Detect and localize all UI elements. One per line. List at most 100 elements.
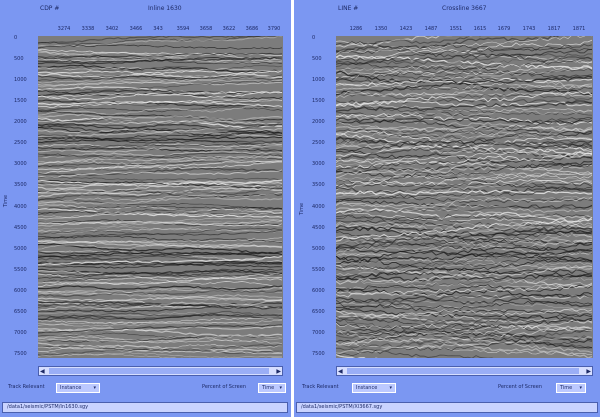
y-tick: 7000 xyxy=(14,329,27,336)
inline-panel: CDP # Inline 1630 3274 3338 3402 3466 34… xyxy=(0,0,291,417)
scroll-thumb[interactable] xyxy=(49,368,269,374)
y-tick: 2000 xyxy=(14,119,27,126)
y-tick: 4000 xyxy=(312,203,325,210)
x-tick: 3658 xyxy=(199,26,213,32)
reflector-line xyxy=(336,274,593,292)
x-axis-ticks: 3274 3338 3402 3466 343 3594 3658 3622 3… xyxy=(38,26,283,34)
y-tick: 1500 xyxy=(312,98,325,105)
y-tick: 0 xyxy=(14,35,18,41)
y-tick: 5000 xyxy=(14,245,27,252)
x-tick: 3686 xyxy=(245,26,259,32)
y-tick: 4500 xyxy=(14,224,27,231)
trace-label: Track Relevant xyxy=(8,384,45,390)
y-tick: 6500 xyxy=(312,308,325,315)
reflector-line xyxy=(336,104,592,113)
x-tick: 3338 xyxy=(81,26,95,32)
x-tick: 3622 xyxy=(222,26,236,32)
trace-dropdown[interactable]: Instance ▾ xyxy=(352,383,396,393)
cdp-header: CDP # xyxy=(40,5,60,12)
y-tick: 3500 xyxy=(312,182,325,189)
horizontal-scrollbar[interactable]: ◀ ▶ xyxy=(38,366,283,376)
reflector-line xyxy=(336,61,593,79)
seismic-section-crossline[interactable] xyxy=(336,36,593,358)
reflector-line xyxy=(336,182,593,188)
x-tick: 1551 xyxy=(449,26,463,32)
crossline-title: Crossline 3667 xyxy=(442,5,487,12)
horizontal-scrollbar[interactable]: ◀ ▶ xyxy=(336,366,593,376)
line-header: LINE # xyxy=(338,5,359,12)
file-path-field[interactable]: /data1/seismic/PSTM/Xl3667.sgy xyxy=(296,402,598,413)
x-tick: 1817 xyxy=(547,26,561,32)
y-tick: 4500 xyxy=(312,224,325,231)
y-tick: 6000 xyxy=(312,287,325,294)
trace-value: Instance xyxy=(356,385,378,391)
left-arrow-icon[interactable]: ◀ xyxy=(40,368,45,375)
y-tick: 3000 xyxy=(14,161,27,168)
x-axis-ticks: 1286 1350 1423 1487 1551 1615 1679 1743 … xyxy=(336,26,593,34)
y-tick: 2500 xyxy=(312,140,325,147)
y-tick: 7500 xyxy=(14,351,27,357)
y-tick: 3000 xyxy=(312,161,325,168)
reflector-line xyxy=(336,36,513,52)
scroll-mode-dropdown[interactable]: Time ▾ xyxy=(556,383,586,393)
x-tick: 1487 xyxy=(424,26,438,32)
y-tick: 7000 xyxy=(312,329,325,336)
x-tick: 1286 xyxy=(349,26,363,32)
caret-down-icon: ▾ xyxy=(93,385,96,391)
reflector-line xyxy=(38,306,283,313)
x-tick: 3594 xyxy=(176,26,190,32)
scroll-mode-dropdown[interactable]: Time ▾ xyxy=(258,383,286,393)
y-tick: 6000 xyxy=(14,287,27,294)
y-axis-label: Time xyxy=(299,202,306,216)
caret-down-icon: ▾ xyxy=(389,385,392,391)
x-tick: 3402 xyxy=(105,26,119,32)
y-tick: 3500 xyxy=(14,182,27,189)
x-tick: 1743 xyxy=(522,26,536,32)
reflector-line xyxy=(38,353,283,358)
y-tick: 1500 xyxy=(14,98,27,105)
trace-value: Instance xyxy=(60,385,82,391)
trace-label: Track Relevant xyxy=(302,384,339,390)
reflector-line xyxy=(336,317,593,323)
seismic-section-inline[interactable] xyxy=(38,36,283,358)
x-tick: 3274 xyxy=(57,26,71,32)
scroll-mode-label: Percent of Screen xyxy=(498,384,543,390)
y-tick: 6500 xyxy=(14,308,27,315)
reflector-line xyxy=(336,39,593,60)
y-tick: 2000 xyxy=(312,119,325,126)
x-tick: 1350 xyxy=(374,26,388,32)
inline-title: Inline 1630 xyxy=(148,5,182,12)
y-tick: 0 xyxy=(312,35,316,41)
crossline-panel: LINE # Crossline 3667 1286 1350 1423 148… xyxy=(294,0,600,417)
y-tick: 500 xyxy=(14,56,24,63)
scroll-mode-value: Time xyxy=(560,385,573,391)
x-tick: 1423 xyxy=(399,26,413,32)
reflector-line xyxy=(336,293,593,304)
trace-dropdown[interactable]: Instance ▾ xyxy=(56,383,100,393)
scroll-thumb[interactable] xyxy=(347,368,579,374)
right-arrow-icon[interactable]: ▶ xyxy=(586,368,591,375)
x-tick: 1871 xyxy=(572,26,586,32)
reflector-line xyxy=(38,268,283,275)
seismic-image xyxy=(336,36,593,358)
scroll-mode-value: Time xyxy=(262,385,275,391)
y-axis-label: Time xyxy=(3,194,10,208)
caret-down-icon: ▾ xyxy=(279,385,282,391)
y-tick: 7500 xyxy=(312,351,325,357)
y-tick: 2500 xyxy=(14,140,27,147)
reflector-line xyxy=(38,106,283,113)
seismic-image xyxy=(38,36,283,358)
left-arrow-icon[interactable]: ◀ xyxy=(338,368,343,375)
y-tick: 500 xyxy=(312,56,322,63)
reflector-line xyxy=(336,315,593,331)
right-arrow-icon[interactable]: ▶ xyxy=(276,368,281,375)
x-tick: 1615 xyxy=(473,26,487,32)
x-tick: 3466 xyxy=(129,26,143,32)
file-path-field[interactable]: /data1/seismic/PSTM/In1630.sgy xyxy=(2,402,288,413)
reflector-line xyxy=(336,111,593,123)
y-tick: 1000 xyxy=(312,77,325,84)
y-tick: 5500 xyxy=(312,266,325,273)
x-tick: 1679 xyxy=(497,26,511,32)
x-tick: 343 xyxy=(153,26,163,32)
x-tick: 3790 xyxy=(267,26,281,32)
